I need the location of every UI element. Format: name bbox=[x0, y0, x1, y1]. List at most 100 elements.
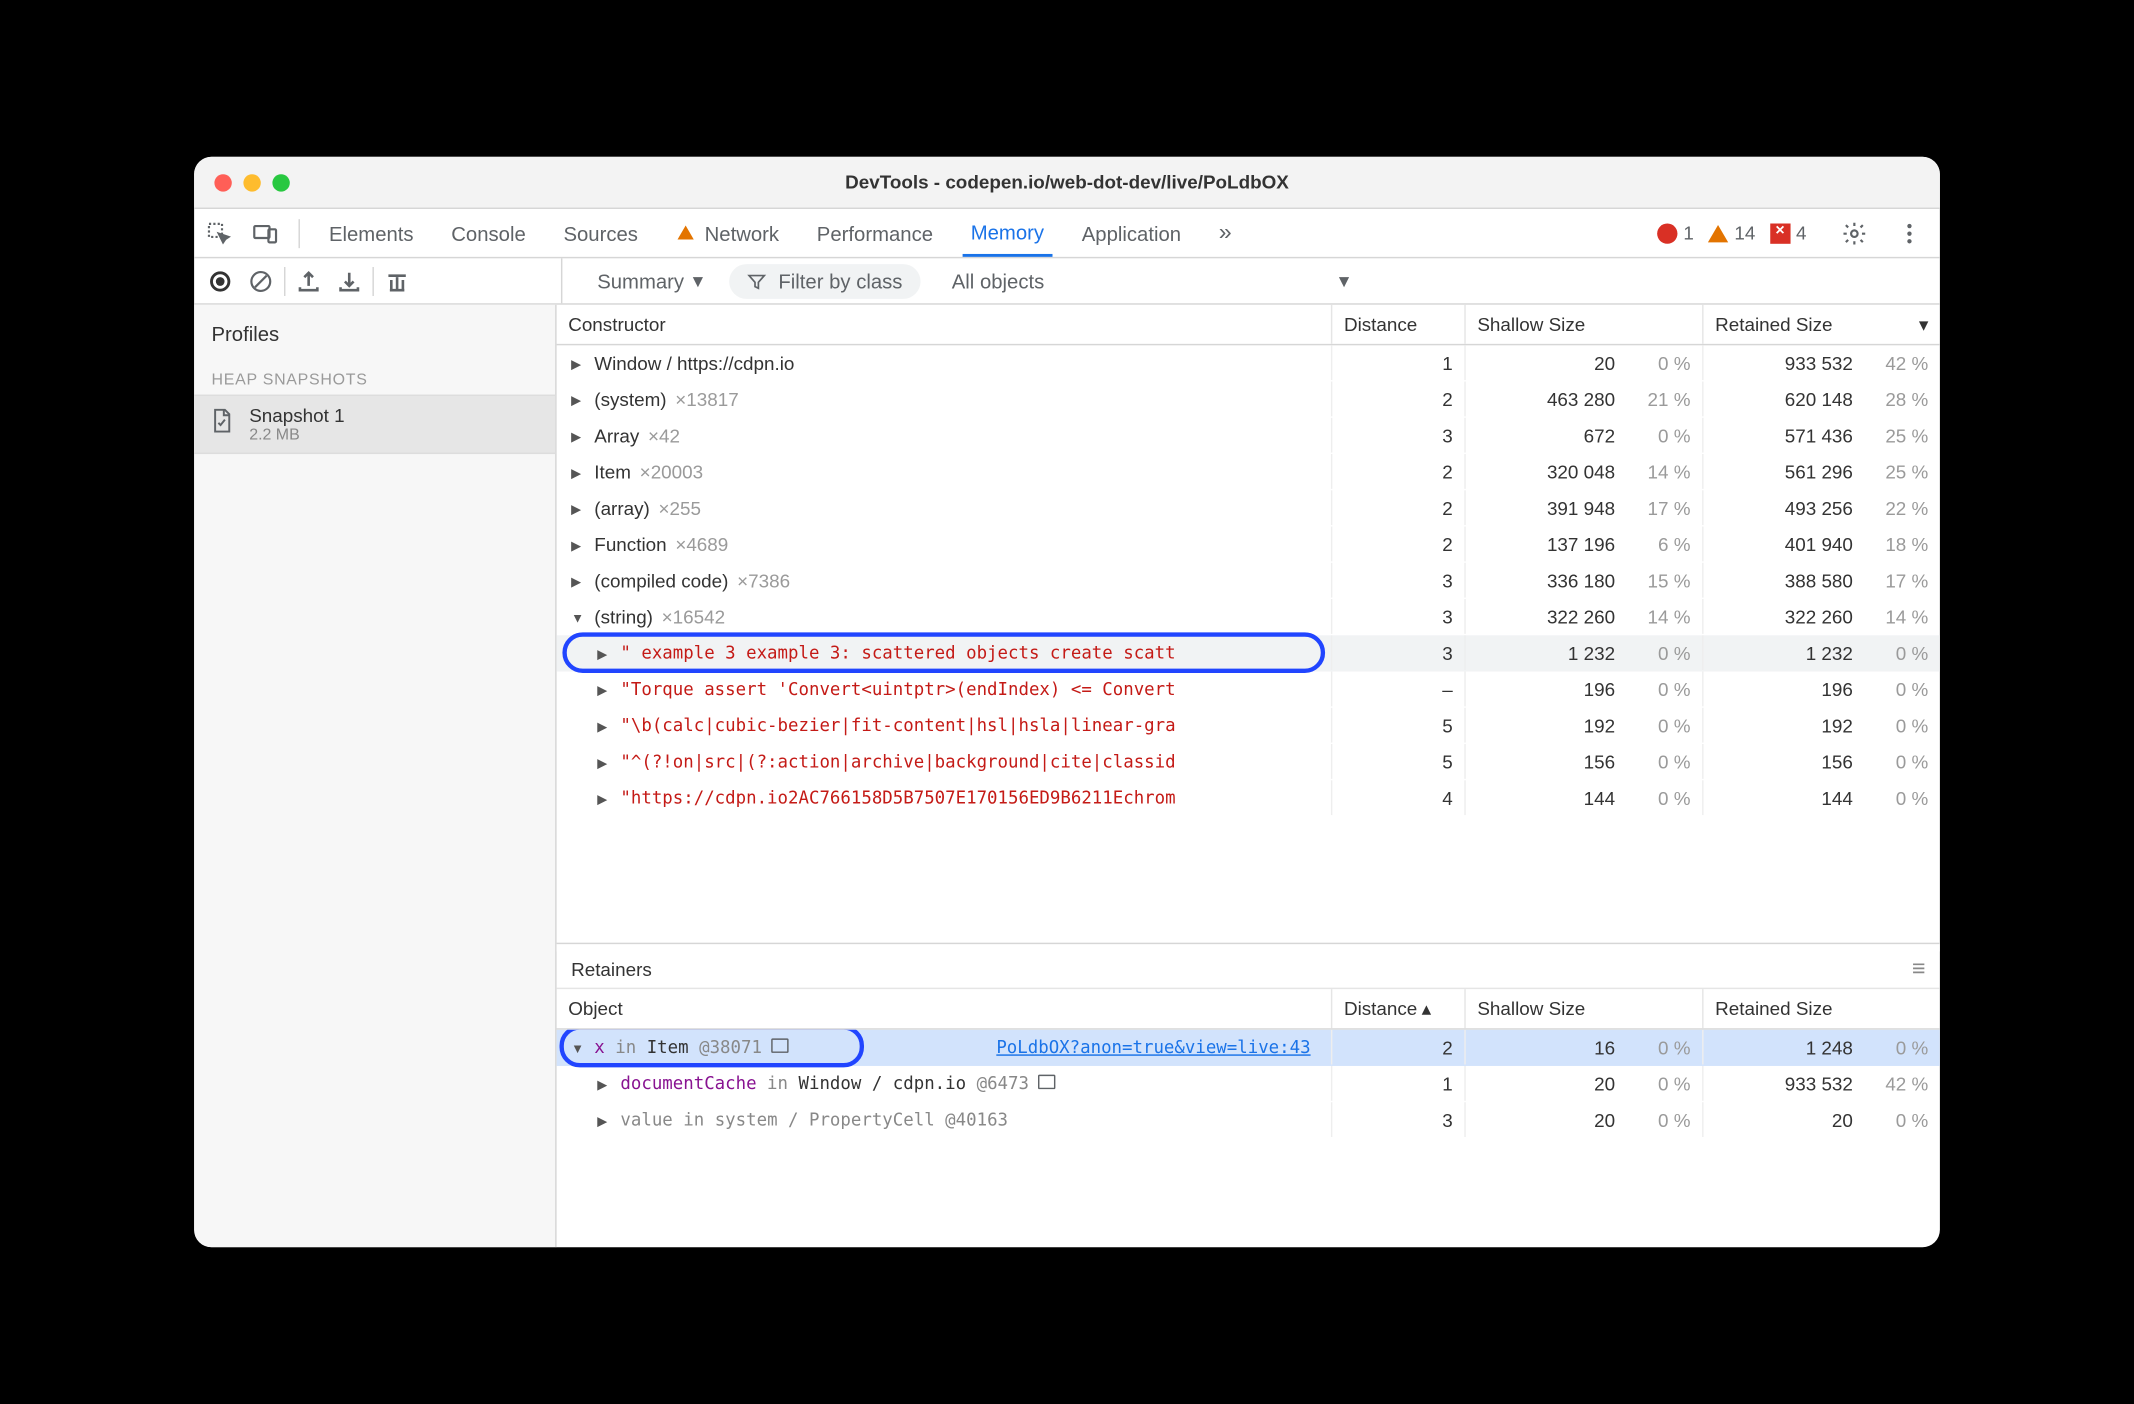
more-menu-button[interactable] bbox=[1896, 220, 1922, 246]
snapshot-file-icon bbox=[209, 408, 235, 434]
tab-application[interactable]: Application bbox=[1073, 209, 1190, 257]
distance-cell: 2 bbox=[1331, 527, 1464, 562]
table-row[interactable]: (string)×165423322 26014 %322 26014 % bbox=[557, 599, 1940, 635]
tab-sources[interactable]: Sources bbox=[555, 209, 647, 257]
table-row[interactable]: Function×46892137 1966 %401 94018 % bbox=[557, 527, 1940, 563]
disclosure-triangle[interactable] bbox=[571, 423, 586, 445]
tab-console[interactable]: Console bbox=[443, 209, 535, 257]
col-shallow[interactable]: Shallow Size bbox=[1464, 305, 1702, 344]
minimize-window-button[interactable] bbox=[243, 173, 260, 190]
save-profile-button[interactable] bbox=[329, 260, 370, 301]
distance-cell: 3 bbox=[1331, 563, 1464, 598]
distance-cell: 5 bbox=[1331, 744, 1464, 779]
disclosure-triangle[interactable] bbox=[571, 387, 586, 409]
table-row[interactable]: (system)×138172463 28021 %620 14828 % bbox=[557, 382, 1940, 418]
device-toolbar-icon[interactable] bbox=[252, 220, 278, 246]
memory-main: Constructor Distance Shallow Size Retain… bbox=[557, 305, 1940, 1247]
table-row[interactable]: " example 3 example 3: scattered objects… bbox=[557, 635, 1940, 671]
retained-cell: 1560 % bbox=[1702, 744, 1940, 779]
row-label: Item bbox=[594, 461, 631, 483]
disclosure-triangle[interactable] bbox=[571, 532, 586, 554]
shallow-cell: 1 2320 % bbox=[1464, 635, 1702, 670]
main-tabbar: Elements Console Sources Network Perform… bbox=[194, 209, 1940, 258]
load-profile-button[interactable] bbox=[288, 260, 329, 301]
disclosure-triangle[interactable] bbox=[597, 749, 612, 771]
table-row[interactable]: "Torque assert 'Convert<uintptr>(endInde… bbox=[557, 672, 1940, 708]
row-label: "^(?!on|src|(?:action|archive|background… bbox=[620, 751, 1175, 771]
retained-cell: 1440 % bbox=[1702, 780, 1940, 815]
distance-cell: 1 bbox=[1331, 345, 1464, 380]
disclosure-triangle[interactable] bbox=[571, 568, 586, 590]
col-retained-r[interactable]: Retained Size bbox=[1702, 989, 1940, 1028]
issue-counters[interactable]: 1 14 4 bbox=[1657, 222, 1806, 244]
table-row[interactable]: (array)×2552391 94817 %493 25622 % bbox=[557, 490, 1940, 526]
disclosure-triangle[interactable] bbox=[597, 785, 612, 807]
disclosure-triangle[interactable] bbox=[597, 1107, 612, 1129]
distance-cell: 3 bbox=[1331, 599, 1464, 634]
class-filter-input[interactable]: Filter by class bbox=[729, 263, 920, 298]
table-row[interactable]: "\b(calc|cubic-bezier|fit-content|hsl|hs… bbox=[557, 708, 1940, 744]
retained-cell: 401 94018 % bbox=[1702, 527, 1940, 562]
col-object[interactable]: Object bbox=[557, 989, 1331, 1028]
shallow-cell: 1440 % bbox=[1464, 780, 1702, 815]
disclosure-triangle[interactable] bbox=[597, 713, 612, 735]
disclosure-triangle[interactable] bbox=[597, 1071, 612, 1093]
shallow-cell: 200 % bbox=[1464, 1102, 1702, 1137]
disclosure-triangle[interactable] bbox=[571, 350, 586, 372]
shallow-cell: 1560 % bbox=[1464, 744, 1702, 779]
distance-cell: 2 bbox=[1331, 382, 1464, 417]
snapshot-item[interactable]: Snapshot 1 2.2 MB bbox=[194, 395, 555, 454]
table-row[interactable]: Array×4236720 %571 43625 % bbox=[557, 418, 1940, 454]
close-window-button[interactable] bbox=[214, 173, 231, 190]
retained-cell: 1920 % bbox=[1702, 708, 1940, 743]
col-shallow-r[interactable]: Shallow Size bbox=[1464, 989, 1702, 1028]
retained-cell: 933 53242 % bbox=[1702, 345, 1940, 380]
table-row[interactable]: Window / https://cdpn.io1200 %933 53242 … bbox=[557, 345, 1940, 381]
row-label: "https://cdpn.io2AC766158D5B7507E170156E… bbox=[620, 788, 1175, 808]
inspect-icon[interactable] bbox=[206, 220, 232, 246]
shallow-cell: 200 % bbox=[1464, 1066, 1702, 1101]
distance-cell: – bbox=[1331, 672, 1464, 707]
disclosure-triangle[interactable] bbox=[597, 677, 612, 699]
row-label: " example 3 example 3: scattered objects… bbox=[620, 643, 1175, 663]
col-distance[interactable]: Distance bbox=[1331, 305, 1464, 344]
clear-button[interactable] bbox=[240, 260, 281, 301]
warning-icon bbox=[1708, 224, 1728, 241]
window-title: DevTools - codepen.io/web-dot-dev/live/P… bbox=[194, 171, 1940, 193]
disclosure-triangle[interactable] bbox=[571, 604, 586, 626]
table-row[interactable]: "^(?!on|src|(?:action|archive|background… bbox=[557, 744, 1940, 780]
tab-network[interactable]: Network bbox=[667, 209, 788, 257]
disclosure-triangle[interactable] bbox=[571, 1035, 586, 1057]
col-distance-r[interactable]: Distance▴ bbox=[1331, 989, 1464, 1028]
tab-elements[interactable]: Elements bbox=[320, 209, 422, 257]
instance-count: ×42 bbox=[648, 424, 680, 446]
table-row[interactable]: (compiled code)×73863336 18015 %388 5801… bbox=[557, 563, 1940, 599]
retainer-row[interactable]: documentCache in Window / cdpn.io @64731… bbox=[557, 1066, 1940, 1102]
distance-cell: 4 bbox=[1331, 780, 1464, 815]
view-select[interactable]: Summary▾ bbox=[586, 264, 715, 297]
table-row[interactable]: Item×200032320 04814 %561 29625 % bbox=[557, 454, 1940, 490]
disclosure-triangle[interactable] bbox=[571, 495, 586, 517]
chevron-down-icon: ▾ bbox=[693, 268, 703, 293]
col-constructor[interactable]: Constructor bbox=[557, 305, 1331, 344]
settings-button[interactable] bbox=[1841, 220, 1867, 246]
source-link[interactable]: PoLdbOX?anon=true&view=live:43 bbox=[996, 1037, 1310, 1057]
object-scope-select[interactable]: All objects▾ bbox=[940, 264, 1361, 297]
chevron-down-icon: ▾ bbox=[1339, 268, 1349, 293]
retainers-menu-icon[interactable]: ≡ bbox=[1912, 956, 1926, 982]
tab-performance[interactable]: Performance bbox=[808, 209, 942, 257]
tab-memory[interactable]: Memory bbox=[962, 209, 1053, 257]
retainers-header: Object Distance▴ Shallow Size Retained S… bbox=[557, 989, 1940, 1030]
splitter[interactable] bbox=[557, 943, 1940, 952]
retainer-row[interactable]: value in system / PropertyCell @40163320… bbox=[557, 1102, 1940, 1138]
row-label: "\b(calc|cubic-bezier|fit-content|hsl|hs… bbox=[620, 715, 1175, 735]
disclosure-triangle[interactable] bbox=[597, 640, 612, 662]
record-button[interactable] bbox=[200, 260, 241, 301]
collect-garbage-button[interactable] bbox=[377, 260, 418, 301]
col-retained[interactable]: Retained Size▾ bbox=[1702, 305, 1940, 344]
retainer-row[interactable]: x in Item @38071PoLdbOX?anon=true&view=l… bbox=[557, 1030, 1940, 1066]
zoom-window-button[interactable] bbox=[272, 173, 289, 190]
more-tabs-button[interactable]: » bbox=[1210, 209, 1240, 257]
disclosure-triangle[interactable] bbox=[571, 459, 586, 481]
table-row[interactable]: "https://cdpn.io2AC766158D5B7507E170156E… bbox=[557, 780, 1940, 816]
